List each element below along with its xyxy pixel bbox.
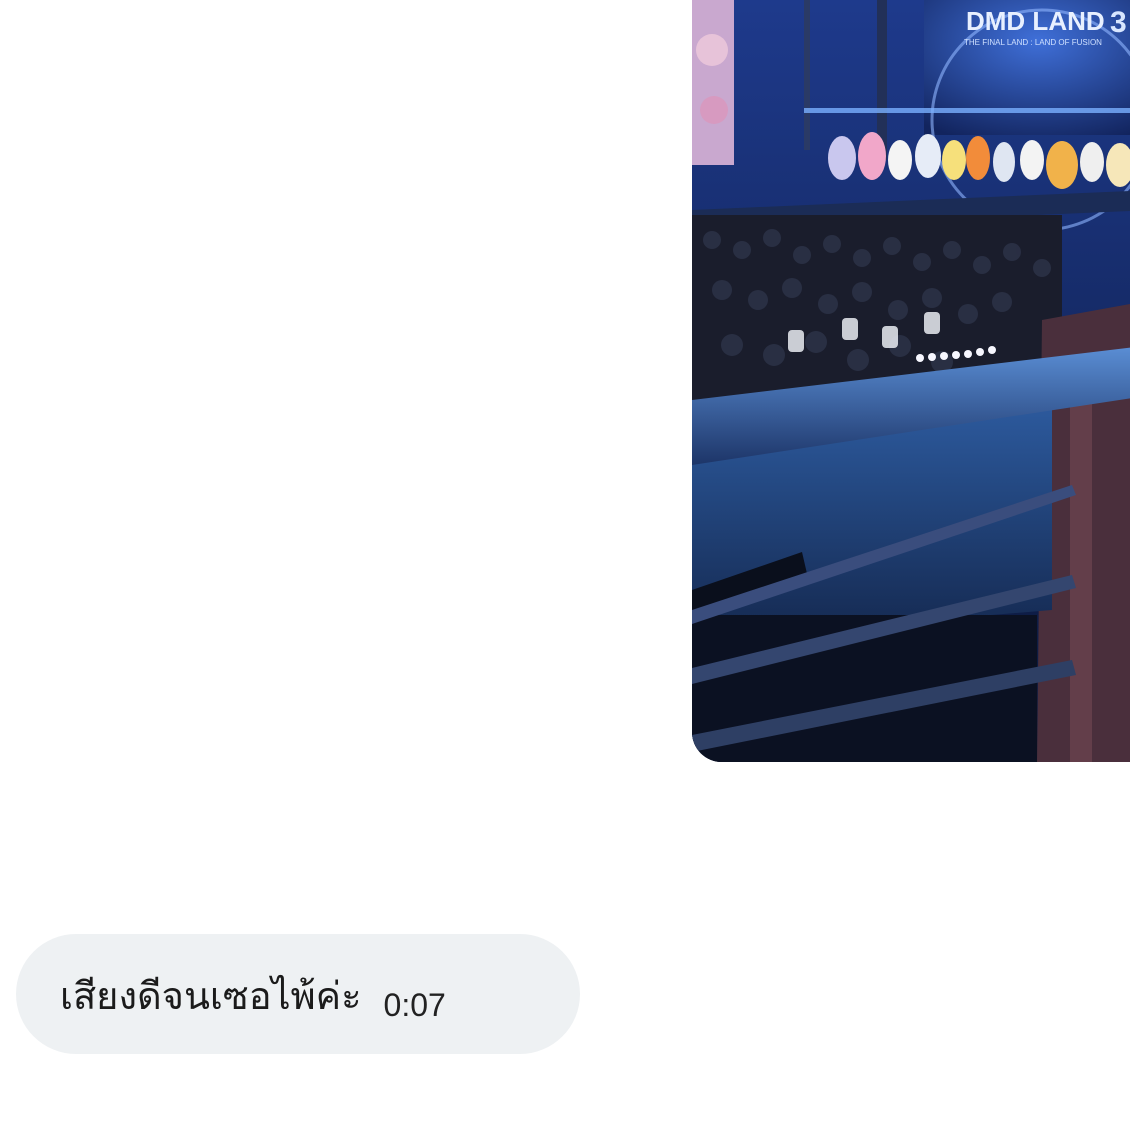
message-duration: 0:07: [383, 986, 446, 1023]
screen-logo-number: 3: [1110, 6, 1127, 39]
message-bubble[interactable]: เสียงดีจนเซอไพ้ค่ะ 0:07: [16, 934, 580, 1054]
photo-message[interactable]: DMD LAND 3 THE FINAL LAND : LAND OF FUSI…: [692, 0, 1130, 762]
chat-screen: DMD LAND 3 THE FINAL LAND : LAND OF FUSI…: [0, 0, 1130, 1130]
screen-logo-subtitle: THE FINAL LAND : LAND OF FUSION: [964, 38, 1102, 47]
message-text: เสียงดีจนเซอไพ้ค่ะ: [60, 974, 362, 1018]
concert-photo: DMD LAND 3 THE FINAL LAND : LAND OF FUSI…: [692, 0, 1130, 762]
screen-logo-title: DMD LAND: [966, 6, 1105, 36]
